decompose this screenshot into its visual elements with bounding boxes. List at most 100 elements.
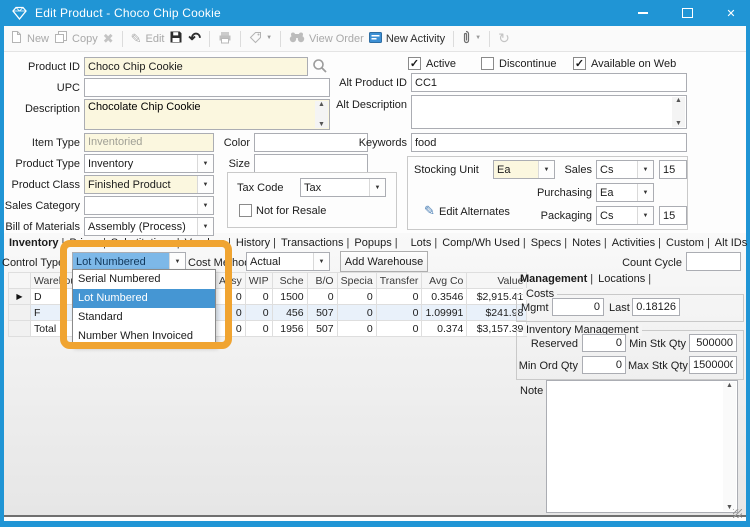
printer-icon: [218, 31, 232, 47]
product-type-combo[interactable]: Inventory ▼: [84, 154, 214, 173]
purchasing-unit-combo[interactable]: Ea ▼: [596, 183, 654, 202]
chevron-down-icon[interactable]: ▼: [197, 155, 213, 172]
tax-code-label: Tax Code: [237, 182, 284, 194]
not-for-resale-checkbox[interactable]: [239, 204, 252, 217]
active-checkbox[interactable]: ✓: [408, 57, 421, 70]
delete-button[interactable]: ✖: [103, 32, 114, 45]
chevron-down-icon[interactable]: ▼: [369, 179, 385, 196]
add-warehouse-button[interactable]: Add Warehouse: [340, 251, 428, 272]
sales-unit-combo[interactable]: Cs ▼: [596, 160, 654, 179]
discontinue-checkbox[interactable]: [481, 57, 494, 70]
tab-history[interactable]: History: [235, 237, 280, 249]
new-activity-button[interactable]: New Activity: [368, 31, 445, 47]
keywords-input[interactable]: [411, 133, 687, 152]
product-id-input[interactable]: [84, 57, 308, 76]
count-cycle-label: Count Cycle: [622, 257, 682, 269]
packaging-qty-input[interactable]: [659, 206, 687, 225]
chevron-down-icon[interactable]: ▼: [197, 218, 213, 235]
chevron-down-icon[interactable]: ▼: [637, 184, 653, 201]
chevron-down-icon[interactable]: ▼: [169, 253, 185, 270]
print-button[interactable]: [218, 31, 232, 47]
edit-button[interactable]: ✎ Edit: [131, 32, 165, 45]
save-button[interactable]: [169, 30, 183, 47]
grid-header[interactable]: WIP: [244, 272, 273, 289]
toolbar-separator: [121, 30, 123, 47]
tab-alt-ids[interactable]: Alt IDs: [714, 237, 750, 249]
tab-management[interactable]: Management: [519, 273, 597, 285]
chevron-down-icon[interactable]: ▼: [313, 253, 329, 270]
description-input[interactable]: Chocolate Chip Cookie: [84, 99, 330, 130]
dropdown-option-serial-numbered[interactable]: Serial Numbered: [73, 270, 215, 289]
copy-button[interactable]: Copy: [54, 30, 98, 47]
tab-popups[interactable]: Popups: [353, 237, 401, 249]
chevron-down-icon[interactable]: ▼: [637, 161, 653, 178]
tab-lots[interactable]: Lots: [410, 237, 442, 249]
stocking-unit-combo[interactable]: Ea ▼: [493, 160, 555, 179]
chevron-down-icon[interactable]: ▼: [197, 176, 213, 193]
note-input[interactable]: [546, 380, 738, 513]
packaging-unit-combo[interactable]: Cs ▼: [596, 206, 654, 225]
chevron-down-icon[interactable]: ▼: [197, 197, 213, 214]
close-button[interactable]: ✕: [718, 2, 744, 24]
grid-header[interactable]: Value: [466, 272, 528, 289]
min-stk-qty-input[interactable]: [689, 334, 737, 352]
tab-inventory[interactable]: Inventory: [8, 237, 68, 249]
sales-category-combo[interactable]: ▼: [84, 196, 214, 215]
last-cost-input[interactable]: [632, 298, 680, 316]
dropdown-option-standard[interactable]: Standard: [73, 308, 215, 327]
bill-of-materials-combo[interactable]: Assembly (Process) ▼: [84, 217, 214, 236]
resize-grip[interactable]: [733, 509, 742, 518]
tab-activities[interactable]: Activities: [611, 237, 665, 249]
tab-specs[interactable]: Specs: [530, 237, 571, 249]
tab-substitutions[interactable]: Substitutions: [110, 237, 184, 249]
search-icon[interactable]: [312, 58, 328, 77]
packaging-unit-label: Packaging: [540, 210, 592, 222]
minimize-button[interactable]: [630, 2, 656, 24]
color-label: Color: [223, 137, 250, 149]
mgmt-cost-input[interactable]: [552, 298, 604, 316]
tab-custom[interactable]: Custom: [665, 237, 714, 249]
available-on-web-checkbox[interactable]: ✓: [573, 57, 586, 70]
max-stk-qty-input[interactable]: [689, 356, 737, 374]
attachment-button[interactable]: ▼: [462, 30, 481, 47]
count-cycle-input[interactable]: [686, 252, 741, 271]
new-button[interactable]: New: [10, 30, 49, 47]
grid-header[interactable]: Avg Co: [421, 272, 468, 289]
tab-prices[interactable]: Prices: [68, 237, 109, 249]
view-order-button[interactable]: View Order: [289, 31, 364, 46]
grid-header[interactable]: B/O: [306, 272, 338, 289]
grid-header[interactable]: Sche: [271, 272, 308, 289]
product-class-combo[interactable]: Finished Product ▼: [84, 175, 214, 194]
reserved-input[interactable]: [582, 334, 626, 352]
maximize-button[interactable]: [674, 2, 700, 24]
alt-description-input[interactable]: [411, 95, 687, 129]
grid-header[interactable]: Transfer: [375, 272, 423, 289]
tab-vendors[interactable]: Vendors: [184, 237, 235, 249]
alt-product-id-input[interactable]: [411, 73, 687, 92]
chevron-down-icon: ▼: [266, 35, 273, 41]
tab-transactions[interactable]: Transactions: [280, 237, 353, 249]
refresh-button[interactable]: ↻: [498, 31, 510, 45]
min-stk-qty-label: Min Stk Qty: [629, 338, 686, 350]
title-bar[interactable]: Edit Product - Choco Chip Cookie ✕: [0, 0, 750, 26]
sales-qty-input[interactable]: [659, 160, 687, 179]
size-input[interactable]: [254, 154, 368, 173]
tab-comp-wh-used[interactable]: Comp/Wh Used: [441, 237, 530, 249]
tax-code-combo[interactable]: Tax ▼: [300, 178, 386, 197]
min-ord-qty-input[interactable]: [582, 356, 626, 374]
cost-method-combo[interactable]: Actual ▼: [246, 252, 330, 271]
tag-button[interactable]: ▼: [249, 31, 272, 47]
chevron-down-icon[interactable]: ▼: [637, 207, 653, 224]
upc-input[interactable]: [84, 78, 330, 97]
dropdown-option-lot-numbered[interactable]: Lot Numbered: [73, 289, 215, 308]
chevron-down-icon[interactable]: ▼: [538, 161, 554, 178]
toolbar-separator: [489, 30, 491, 47]
grid-header[interactable]: Specia: [336, 272, 377, 289]
grid-header[interactable]: Assy: [215, 272, 246, 289]
alt-product-id-label: Alt Product ID: [339, 77, 407, 89]
undo-button[interactable]: ↶: [188, 31, 201, 46]
edit-alternates-button[interactable]: Edit Alternates: [439, 206, 510, 218]
tab-notes[interactable]: Notes: [571, 237, 611, 249]
dropdown-option-number-when-invoiced[interactable]: Number When Invoiced: [73, 327, 215, 346]
tab-locations[interactable]: Locations: [597, 273, 655, 285]
